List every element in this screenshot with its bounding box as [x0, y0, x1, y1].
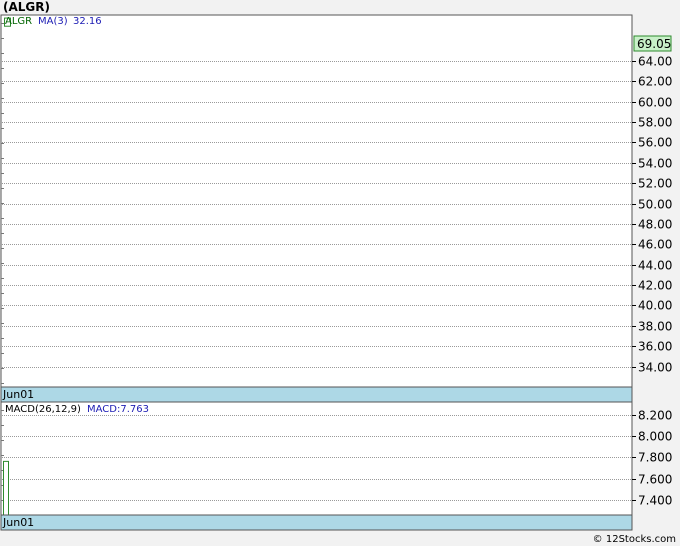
price-tick-label: 46.00 — [638, 238, 672, 252]
price-tick-label: 48.00 — [638, 218, 672, 232]
price-tick-label: 42.00 — [638, 279, 672, 293]
price-tick-label: 56.00 — [638, 136, 672, 150]
copyright-footer: © 12Stocks.com — [592, 534, 676, 545]
price-tick-label: 62.00 — [638, 75, 672, 89]
price-date-bar — [0, 386, 633, 403]
price-tick-label: 60.00 — [638, 96, 672, 110]
macd-tick-label: 7.800 — [638, 451, 672, 465]
price-tick-label: 54.00 — [638, 157, 672, 171]
price-panel — [0, 14, 633, 403]
price-tick-label: 38.00 — [638, 320, 672, 334]
macd-tick-label: 8.200 — [638, 409, 672, 423]
last-price-tag-text: 69.05 — [637, 37, 671, 51]
price-tick-label: 40.00 — [638, 299, 672, 313]
macd-legend-value: MACD:7.763 — [87, 404, 149, 415]
macd-tick-label: 7.600 — [638, 473, 672, 487]
macd-date-label: Jun01 — [2, 516, 34, 529]
price-tick-label: 52.00 — [638, 177, 672, 191]
price-date-label: Jun01 — [2, 388, 34, 401]
macd-tick-label: 8.000 — [638, 430, 672, 444]
macd-tick-label: 7.400 — [638, 494, 672, 508]
stock-chart: 34.00 36.00 38.00 40.00 42.00 44.00 46.00 48.00… — [0, 14, 672, 531]
macd-legend-indicator: MACD(26,12,9) — [5, 404, 81, 415]
price-legend-ma-value: 32.16 — [73, 16, 102, 27]
price-legend-symbol: ALGR — [5, 16, 32, 27]
macd-panel — [0, 401, 633, 531]
macd-marks — [3, 460, 9, 516]
price-tick-label: 36.00 — [638, 340, 672, 354]
price-legend-ma-label: MA(3) — [38, 16, 68, 27]
price-tick-label: 58.00 — [638, 116, 672, 130]
price-tick-label: 34.00 — [638, 361, 672, 375]
macd-date-bar — [0, 514, 633, 531]
price-tick-label: 44.00 — [638, 259, 672, 273]
price-tick-label: 64.00 — [638, 55, 672, 69]
price-tick-label: 50.00 — [638, 198, 672, 212]
macd-bar — [3, 460, 9, 516]
